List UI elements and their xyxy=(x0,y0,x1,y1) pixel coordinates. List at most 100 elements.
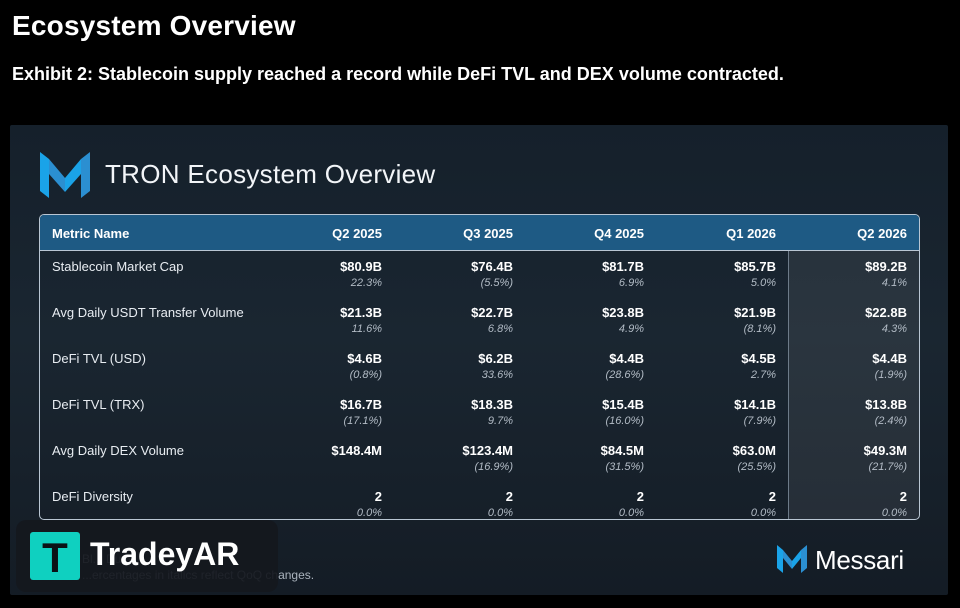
cell-value: $80.9B xyxy=(340,259,382,274)
table-cell: $13.8B (2.4%) xyxy=(787,397,907,427)
cell-qoq-change: (8.1%) xyxy=(743,323,776,335)
table-cell: 2 0.0% xyxy=(656,489,776,519)
messari-brand: Messari xyxy=(777,543,927,577)
watermark-logo-icon: T xyxy=(30,532,80,581)
cell-qoq-change: 0.0% xyxy=(750,507,776,519)
cell-qoq-change: (1.9%) xyxy=(874,369,907,381)
cell-qoq-change: 4.1% xyxy=(881,277,907,289)
cell-value: $21.9B xyxy=(734,305,776,320)
cell-value: $63.0M xyxy=(732,443,776,458)
cell-qoq-change: (0.8%) xyxy=(349,369,382,381)
cell-value: $4.5B xyxy=(741,351,776,366)
table-cell: $89.2B 4.1% xyxy=(787,259,907,289)
cell-value: 2 xyxy=(899,489,907,504)
cell-value: $16.7B xyxy=(340,397,382,412)
cell-value: $14.1B xyxy=(734,397,776,412)
column-header-q1-2026: Q1 2026 xyxy=(726,226,776,241)
table-row: Stablecoin Market Cap $80.9B 22.3% $76.4B (5… xyxy=(40,253,919,299)
cell-qoq-change: 6.9% xyxy=(618,277,644,289)
metric-name: Stablecoin Market Cap xyxy=(52,259,184,274)
table-cell: $22.7B 6.8% xyxy=(393,305,513,335)
table-cell: $49.3M (21.7%) xyxy=(787,443,907,473)
cell-qoq-change: 0.0% xyxy=(881,507,907,519)
column-header-q3-2025: Q3 2025 xyxy=(463,226,513,241)
cell-qoq-change: (25.5%) xyxy=(737,461,776,473)
cell-value: $4.6B xyxy=(347,351,382,366)
table-cell: $16.7B (17.1%) xyxy=(262,397,382,427)
table-cell: $148.4M xyxy=(262,443,382,461)
table-row: Avg Daily DEX Volume $148.4M $123.4M (16.9%… xyxy=(40,437,919,483)
table-cell: $15.4B (16.0%) xyxy=(524,397,644,427)
cell-value: $85.7B xyxy=(734,259,776,274)
cell-value: $4.4B xyxy=(872,351,907,366)
table-row: DeFi TVL (TRX) $16.7B (17.1%) $18.3B 9.7% $15… xyxy=(40,391,919,437)
cell-value: $76.4B xyxy=(471,259,513,274)
table-cell: 2 0.0% xyxy=(262,489,382,519)
cell-qoq-change: 22.3% xyxy=(350,277,382,289)
metric-name: DeFi Diversity xyxy=(52,489,133,504)
table-cell: $80.9B 22.3% xyxy=(262,259,382,289)
cell-value: $49.3M xyxy=(863,443,907,458)
cell-value: $123.4M xyxy=(462,443,513,458)
table-cell: $4.4B (28.6%) xyxy=(524,351,644,381)
cell-qoq-change: (21.7%) xyxy=(868,461,907,473)
cell-qoq-change: 0.0% xyxy=(356,507,382,519)
column-header-metric: Metric Name xyxy=(52,226,130,241)
cell-qoq-change: 33.6% xyxy=(481,369,513,381)
cell-value: $84.5M xyxy=(600,443,644,458)
table-cell: $21.9B (8.1%) xyxy=(656,305,776,335)
cell-qoq-change: (31.5%) xyxy=(605,461,644,473)
page-title: Ecosystem Overview xyxy=(12,10,296,41)
table-cell: $63.0M (25.5%) xyxy=(656,443,776,473)
cell-value: 2 xyxy=(505,489,513,504)
cell-value: $22.8B xyxy=(865,305,907,320)
cell-qoq-change: (28.6%) xyxy=(605,369,644,381)
cell-value: $18.3B xyxy=(471,397,513,412)
cell-qoq-change: 11.6% xyxy=(351,323,382,335)
table-cell: $84.5M (31.5%) xyxy=(524,443,644,473)
cell-qoq-change: 4.9% xyxy=(618,323,644,335)
table-cell: $22.8B 4.3% xyxy=(787,305,907,335)
metric-name: DeFi TVL (TRX) xyxy=(52,397,145,412)
table-cell: $85.7B 5.0% xyxy=(656,259,776,289)
table-cell: $6.2B 33.6% xyxy=(393,351,513,381)
cell-qoq-change: 0.0% xyxy=(487,507,513,519)
table-header: Metric Name Q2 2025 Q3 2025 Q4 2025 Q1 2… xyxy=(40,215,919,251)
table-cell: $21.3B 11.6% xyxy=(262,305,382,335)
tradeyar-watermark: T TradeyAR xyxy=(16,520,278,592)
metric-name: Avg Daily USDT Transfer Volume xyxy=(52,305,244,320)
cell-value: $22.7B xyxy=(471,305,513,320)
table-cell: $4.5B 2.7% xyxy=(656,351,776,381)
cell-value: 2 xyxy=(374,489,382,504)
cell-qoq-change: (2.4%) xyxy=(874,415,907,427)
cell-qoq-change: 9.7% xyxy=(487,415,513,427)
table-cell: $4.6B (0.8%) xyxy=(262,351,382,381)
cell-qoq-change: 0.0% xyxy=(618,507,644,519)
cell-qoq-change: (17.1%) xyxy=(343,415,382,427)
column-header-q2-2026: Q2 2026 xyxy=(857,226,907,241)
messari-logo-icon xyxy=(777,545,807,573)
cell-value: $89.2B xyxy=(865,259,907,274)
messari-wordmark: Messari xyxy=(815,545,904,575)
table-cell: $23.8B 4.9% xyxy=(524,305,644,335)
table-cell: $18.3B 9.7% xyxy=(393,397,513,427)
cell-value: $21.3B xyxy=(340,305,382,320)
cell-qoq-change: 6.8% xyxy=(487,323,513,335)
column-header-q4-2025: Q4 2025 xyxy=(594,226,644,241)
table-cell: $76.4B (5.5%) xyxy=(393,259,513,289)
cell-value: $15.4B xyxy=(602,397,644,412)
cell-value: $81.7B xyxy=(602,259,644,274)
cell-value: 2 xyxy=(636,489,644,504)
table-cell: $123.4M (16.9%) xyxy=(393,443,513,473)
cell-qoq-change: (7.9%) xyxy=(743,415,776,427)
tron-logo-icon xyxy=(40,152,90,198)
table-cell: 2 0.0% xyxy=(787,489,907,519)
watermark-letter: T xyxy=(42,534,68,581)
table-cell: $14.1B (7.9%) xyxy=(656,397,776,427)
table-cell: 2 0.0% xyxy=(393,489,513,519)
cell-qoq-change: 5.0% xyxy=(750,277,776,289)
cell-value: $4.4B xyxy=(609,351,644,366)
table-row: DeFi TVL (USD) $4.6B (0.8%) $6.2B 33.6% $4.4B… xyxy=(40,345,919,391)
table-row: DeFi Diversity 2 0.0% 2 0.0% 2 0.0% 2 0.0% 2 0.0% xyxy=(40,483,919,519)
cell-qoq-change: 2.7% xyxy=(750,369,776,381)
